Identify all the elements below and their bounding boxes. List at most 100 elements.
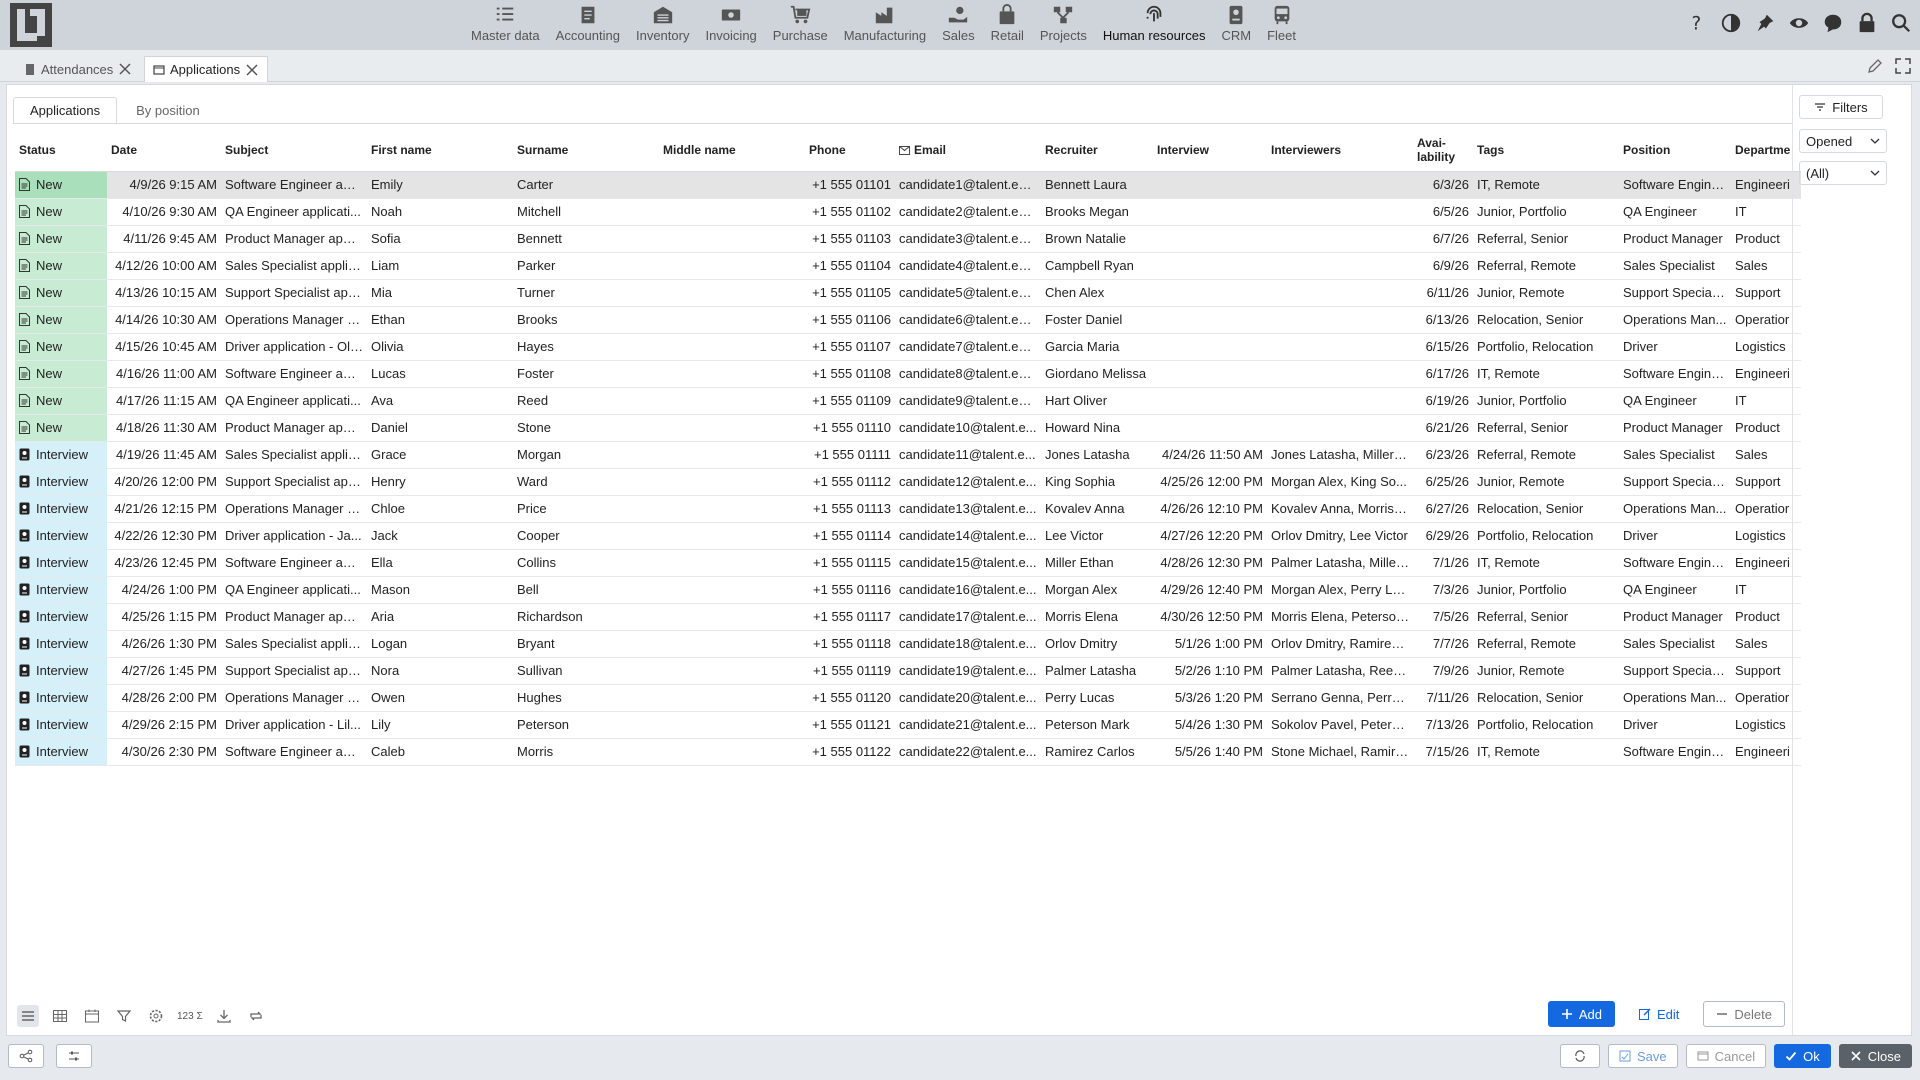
table-row[interactable]: Interview 4/25/26 1:15 PM Product Manager … — [15, 603, 1801, 631]
subtab-by-position[interactable]: By position — [119, 97, 217, 124]
delete-button[interactable]: Delete — [1703, 1001, 1785, 1027]
nav-item-invoicing[interactable]: Invoicing — [697, 0, 764, 50]
table-row[interactable]: Interview 4/21/26 12:15 PM Operations Mana… — [15, 495, 1801, 523]
table-row[interactable]: New 4/17/26 11:15 AM QA Engineer applicati… — [15, 387, 1801, 415]
status-text: Interview — [36, 636, 89, 651]
nav-item-crm[interactable]: CRM — [1213, 0, 1259, 50]
options-button[interactable] — [56, 1044, 92, 1068]
totals-button[interactable]: 123 Σ — [177, 1011, 203, 1022]
app-logo[interactable] — [10, 3, 52, 47]
save-button[interactable]: Save — [1608, 1044, 1678, 1068]
cell-surname: Bryant — [513, 630, 659, 658]
col-status[interactable]: Status — [15, 129, 107, 172]
tab-applications[interactable]: Applications — [144, 56, 269, 82]
lock-icon[interactable] — [1856, 12, 1878, 34]
nav-item-manufacturing[interactable]: Manufacturing — [836, 0, 934, 50]
eye-icon[interactable] — [1788, 12, 1810, 34]
scope-filter-select[interactable]: (All) — [1799, 161, 1887, 185]
nav-item-retail[interactable]: Retail — [983, 0, 1032, 50]
col-first-name[interactable]: First name — [367, 129, 513, 172]
table-row[interactable]: Interview 4/26/26 1:30 PM Sales Specialist… — [15, 630, 1801, 658]
table-row[interactable]: New 4/13/26 10:15 AM Support Specialist ap… — [15, 279, 1801, 307]
list-view-button[interactable] — [17, 1005, 39, 1027]
cell-dept: Support — [1731, 468, 1801, 496]
settings-button[interactable] — [145, 1005, 167, 1027]
table-row[interactable]: New 4/14/26 10:30 AM Operations Manager a.… — [15, 306, 1801, 334]
nav-item-sales[interactable]: Sales — [934, 0, 983, 50]
export-button[interactable] — [213, 1005, 235, 1027]
calendar-view-button[interactable] — [81, 1005, 103, 1027]
cell-avail: 6/27/26 — [1413, 495, 1473, 523]
filter-button[interactable] — [113, 1005, 135, 1027]
table-row[interactable]: New 4/11/26 9:45 AM Product Manager appl..… — [15, 225, 1801, 253]
pencil-icon[interactable] — [1866, 57, 1884, 75]
table-row[interactable]: Interview 4/24/26 1:00 PM QA Engineer appl… — [15, 576, 1801, 604]
help-icon[interactable]: ? — [1686, 12, 1708, 34]
nav-item-inventory[interactable]: Inventory — [628, 0, 697, 50]
col-position[interactable]: Position — [1619, 129, 1731, 172]
col-tags[interactable]: Tags — [1473, 129, 1619, 172]
col-interviewers[interactable]: Interviewers — [1267, 129, 1413, 172]
reload-button[interactable] — [1560, 1044, 1601, 1068]
table-row[interactable]: Interview 4/27/26 1:45 PM Support Speciali… — [15, 657, 1801, 685]
table-row[interactable]: Interview 4/30/26 2:30 PM Software Enginee… — [15, 738, 1801, 766]
fullscreen-icon[interactable] — [1894, 57, 1912, 75]
cell-tags: Relocation, Senior — [1473, 684, 1619, 712]
list-icon — [497, 7, 514, 21]
edit-button[interactable]: Edit — [1627, 1001, 1691, 1027]
nav-item-accounting[interactable]: Accounting — [548, 0, 628, 50]
close-button[interactable]: Close — [1838, 1044, 1912, 1068]
table-row[interactable]: Interview 4/19/26 11:45 AM Sales Specialis… — [15, 441, 1801, 469]
nav-item-purchase[interactable]: Purchase — [765, 0, 836, 50]
table-row[interactable]: Interview 4/23/26 12:45 PM Software Engine… — [15, 549, 1801, 577]
filters-button[interactable]: Filters — [1799, 95, 1883, 119]
chat-icon[interactable] — [1822, 12, 1844, 34]
table-row[interactable]: New 4/9/26 9:15 AM Software Engineer app..… — [15, 171, 1801, 199]
cell-date: 4/18/26 11:30 AM — [107, 414, 221, 442]
status-filter-select[interactable]: Opened — [1799, 129, 1887, 153]
table-row[interactable]: Interview 4/29/26 2:15 PM Driver applicati… — [15, 711, 1801, 739]
table-row[interactable]: New 4/15/26 10:45 AM Driver application - … — [15, 333, 1801, 361]
cell-first: Ava — [367, 387, 513, 415]
col-subject[interactable]: Subject — [221, 129, 367, 172]
col-middle-name[interactable]: Middle name — [659, 129, 805, 172]
col-interview[interactable]: Interview — [1153, 129, 1267, 172]
tabs-tools — [1866, 57, 1912, 75]
cell-recruiter: Perry Lucas — [1041, 684, 1153, 712]
table-view-button[interactable] — [49, 1005, 71, 1027]
table-row[interactable]: New 4/18/26 11:30 AM Product Manager appl.… — [15, 414, 1801, 442]
search-icon[interactable] — [1890, 12, 1912, 34]
close-icon[interactable] — [245, 63, 259, 77]
col-surname[interactable]: Surname — [513, 129, 659, 172]
nav-item-master-data[interactable]: Master data — [463, 0, 548, 50]
add-button[interactable]: Add — [1547, 1001, 1616, 1027]
cell-middle — [659, 225, 805, 253]
col-availability[interactable]: Avai-lability — [1413, 129, 1473, 172]
close-icon[interactable] — [118, 62, 132, 76]
nav-item-fleet[interactable]: Fleet — [1259, 0, 1304, 50]
cell-email: candidate10@talent.e... — [895, 414, 1041, 442]
contrast-icon[interactable] — [1720, 12, 1742, 34]
share-button[interactable] — [8, 1044, 44, 1068]
subtab-applications[interactable]: Applications — [13, 97, 118, 124]
tab-attendances[interactable]: Attendances — [16, 56, 140, 82]
table-row[interactable]: Interview 4/22/26 12:30 PM Driver applicat… — [15, 522, 1801, 550]
table-row[interactable]: New 4/16/26 11:00 AM Software Engineer app… — [15, 360, 1801, 388]
col-email[interactable]: Email — [895, 129, 1041, 172]
nav-item-human-resources[interactable]: Human resources — [1095, 0, 1214, 50]
nav-item-projects[interactable]: Projects — [1032, 0, 1095, 50]
refresh-button[interactable] — [245, 1005, 267, 1027]
col-recruiter[interactable]: Recruiter — [1041, 129, 1153, 172]
table-row[interactable]: Interview 4/20/26 12:00 PM Support Special… — [15, 468, 1801, 496]
table-row[interactable]: New 4/10/26 9:30 AM QA Engineer applicati.… — [15, 198, 1801, 226]
col-date[interactable]: Date — [107, 129, 221, 172]
ok-button[interactable]: Ok — [1774, 1044, 1831, 1068]
applications-grid: Status Date Subject First name Surname M… — [15, 129, 1801, 841]
cancel-button[interactable]: Cancel — [1685, 1044, 1767, 1068]
table-row[interactable]: New 4/12/26 10:00 AM Sales Specialist appl… — [15, 252, 1801, 280]
table-row[interactable]: Interview 4/28/26 2:00 PM Operations Manag… — [15, 684, 1801, 712]
pin-icon[interactable] — [1754, 12, 1776, 34]
col-phone[interactable]: Phone — [805, 129, 895, 172]
cell-subject: QA Engineer applicati... — [221, 387, 367, 415]
col-department[interactable]: Departme — [1731, 129, 1801, 172]
